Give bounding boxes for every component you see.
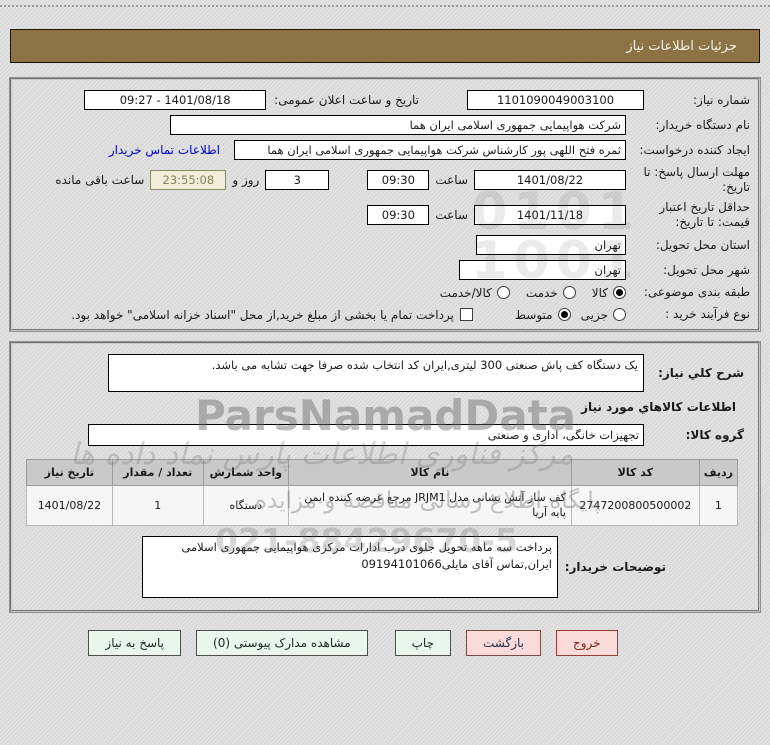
cell-unit: دستگاه xyxy=(202,485,290,526)
request-creator-row: ایجاد کننده درخواست: ثمره فتح اللهی پور … xyxy=(20,140,750,160)
buyer-notes-row: توضیحات خریدار: پرداخت سه ماهه تحویل جلو… xyxy=(20,536,750,598)
process-radio-minor[interactable] xyxy=(613,308,626,321)
cell-item-name: کف ساز آتش نشانی مدل JRJM1 مرجع عرضه کنن… xyxy=(288,485,572,526)
col-item-name: نام کالا xyxy=(288,459,572,486)
need-description-label: شرح کلي نياز: xyxy=(658,365,744,380)
city-field[interactable]: تهران xyxy=(459,260,626,280)
need-number-field[interactable]: 1101090049003100 xyxy=(467,90,644,110)
exit-button[interactable]: خروج xyxy=(556,630,618,656)
reply-deadline-time-field[interactable]: 09:30 xyxy=(367,170,430,190)
reply-to-need-button[interactable]: پاسخ به نیاز xyxy=(88,630,182,656)
page-title: جزئیات اطلاعات نیاز xyxy=(626,38,737,54)
items-table-header-row: ردیف کد کالا نام کالا واحد شمارش تعداد /… xyxy=(26,459,739,486)
need-info-panel: شماره نیاز: 1101090049003100 تاریخ و ساع… xyxy=(9,77,761,332)
need-number-label: شماره نیاز: xyxy=(693,92,750,107)
need-number-row: شماره نیاز: 1101090049003100 تاریخ و ساع… xyxy=(20,90,750,110)
province-label: استان محل تحویل: xyxy=(655,237,750,252)
page-title-bar: جزئیات اطلاعات نیاز xyxy=(10,29,760,63)
category-radio-service[interactable] xyxy=(562,286,576,299)
announce-datetime-field[interactable]: 1401/08/18 - 09:27 xyxy=(84,90,267,110)
request-creator-field[interactable]: ثمره فتح اللهی پور کارشناس شرکت هواپیمای… xyxy=(234,140,626,160)
category-radio-goods-service[interactable] xyxy=(496,286,510,299)
items-table-row: 1 2747200800500002 کف ساز آتش نشانی مدل … xyxy=(26,485,739,526)
buyer-contact-link[interactable]: اطلاعات تماس خریدار xyxy=(109,143,220,157)
back-button[interactable]: بازگشت xyxy=(466,630,541,656)
items-table: ردیف کد کالا نام کالا واحد شمارش تعداد /… xyxy=(26,459,739,526)
reply-deadline-date-field[interactable]: 1401/08/22 xyxy=(474,170,626,190)
cell-row-number: 1 xyxy=(698,485,739,526)
col-quantity: تعداد / مقدار xyxy=(111,459,204,486)
process-option-medium-label: متوسط xyxy=(514,307,553,322)
days-label: روز و xyxy=(232,173,260,187)
cell-need-date: 1401/08/22 xyxy=(26,485,113,526)
goods-group-field[interactable]: تجهیزات خانگی، اداری و صنعتی xyxy=(88,424,644,446)
city-row: شهر محل تحویل: تهران xyxy=(20,260,750,280)
price-validity-date-field[interactable]: 1401/11/18 xyxy=(474,205,626,225)
goods-group-label: گروه کالا: xyxy=(685,427,744,442)
process-type-row: نوع فرآیند خرید : جزیی متوسط پرداخت تمام… xyxy=(20,307,750,322)
col-need-date: تاریخ نیاز xyxy=(26,459,113,486)
view-attachments-button[interactable]: مشاهده مدارک پیوستی (0) xyxy=(196,630,368,656)
price-validity-row: حداقل تاریخ اعتبار قیمت: تا تاریخ: 1401/… xyxy=(20,200,750,230)
reply-deadline-time-label: ساعت xyxy=(435,173,468,187)
cell-quantity: 1 xyxy=(111,485,204,526)
reply-deadline-label: مهلت ارسال پاسخ: تا تاریخ: xyxy=(643,165,750,194)
need-description-field[interactable]: یک دستگاه کف پاش صنعتی 300 لیتری,ایران ک… xyxy=(108,354,644,392)
category-option-goods-label: کالا xyxy=(591,285,608,300)
goods-group-row: گروه کالا: تجهیزات خانگی، اداری و صنعتی xyxy=(20,424,750,446)
days-remaining-field[interactable]: 3 xyxy=(265,170,330,190)
category-radio-goods[interactable] xyxy=(613,286,626,299)
price-validity-time-label: ساعت xyxy=(435,208,468,222)
need-items-panel: شرح کلي نياز: یک دستگاه کف پاش صنعتی 300… xyxy=(9,341,761,613)
need-description-row: شرح کلي نياز: یک دستگاه کف پاش صنعتی 300… xyxy=(20,354,750,392)
buyer-org-field[interactable]: شرکت هواپیمایی جمهوری اسلامی ایران هما xyxy=(170,115,626,135)
buyer-org-label: نام دستگاه خریدار: xyxy=(655,117,751,132)
treasury-payment-checkbox[interactable] xyxy=(459,308,473,321)
process-option-minor-label: جزیی xyxy=(580,307,608,322)
buyer-notes-field[interactable]: پرداخت سه ماهه تحویل جلوی درب ادارات مرک… xyxy=(142,536,558,598)
procurement-detail-page: { "header": { "title": "جزئیات اطلاعات ن… xyxy=(0,5,770,745)
col-item-code: کد کالا xyxy=(570,459,700,486)
price-validity-label: حداقل تاریخ اعتبار قیمت: تا تاریخ: xyxy=(659,200,750,229)
request-creator-label: ایجاد کننده درخواست: xyxy=(639,142,750,157)
action-buttons-row: پاسخ به نیاز مشاهده مدارک پیوستی (0) چاپ… xyxy=(0,630,710,656)
province-row: استان محل تحویل: تهران xyxy=(20,235,750,255)
cell-item-code: 2747200800500002 xyxy=(570,485,700,526)
price-validity-time-field[interactable]: 09:30 xyxy=(367,205,430,225)
buyer-notes-label: توضیحات خریدار: xyxy=(564,559,666,574)
announce-datetime-label: تاریخ و ساعت اعلان عمومی: xyxy=(274,92,419,107)
category-row: طبقه بندی موضوعی: کالا خدمت کالا/خدمت xyxy=(20,285,750,300)
province-field[interactable]: تهران xyxy=(476,235,626,255)
city-label: شهر محل تحویل: xyxy=(663,262,750,277)
process-type-label: نوع فرآیند خرید : xyxy=(665,307,750,321)
process-radio-medium[interactable] xyxy=(557,308,571,321)
category-option-service-label: خدمت xyxy=(525,285,558,300)
items-section-header: اطلاعات کالاهاي مورد نياز xyxy=(581,400,736,414)
top-divider xyxy=(0,5,770,7)
col-unit: واحد شمارش xyxy=(202,459,290,486)
buyer-org-row: نام دستگاه خریدار: شرکت هواپیمایی جمهوری… xyxy=(20,115,750,135)
countdown-timer: 23:55:08 xyxy=(150,170,227,190)
reply-deadline-row: مهلت ارسال پاسخ: تا تاریخ: 1401/08/22 سا… xyxy=(20,165,750,195)
treasury-payment-label: پرداخت تمام یا بخشی از مبلغ خرید,از محل … xyxy=(71,307,454,322)
countdown-label: ساعت باقی مانده xyxy=(55,173,145,187)
print-button[interactable]: چاپ xyxy=(394,630,451,656)
category-label: طبقه بندی موضوعی: xyxy=(643,285,750,299)
col-row-number: ردیف xyxy=(698,459,739,486)
category-option-goods-service-label: کالا/خدمت xyxy=(439,285,492,300)
